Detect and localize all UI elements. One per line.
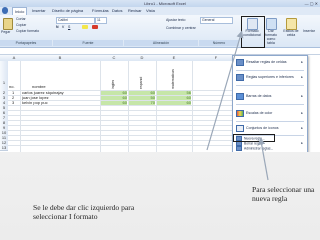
caption-left: Se le debe dar clic izquierdo para selec… [33,203,135,222]
arrow-to-conditional-format [206,30,244,151]
arrow-to-new-rule [258,137,269,181]
caption-right: Para seleccionar una nueva regla [252,185,315,204]
